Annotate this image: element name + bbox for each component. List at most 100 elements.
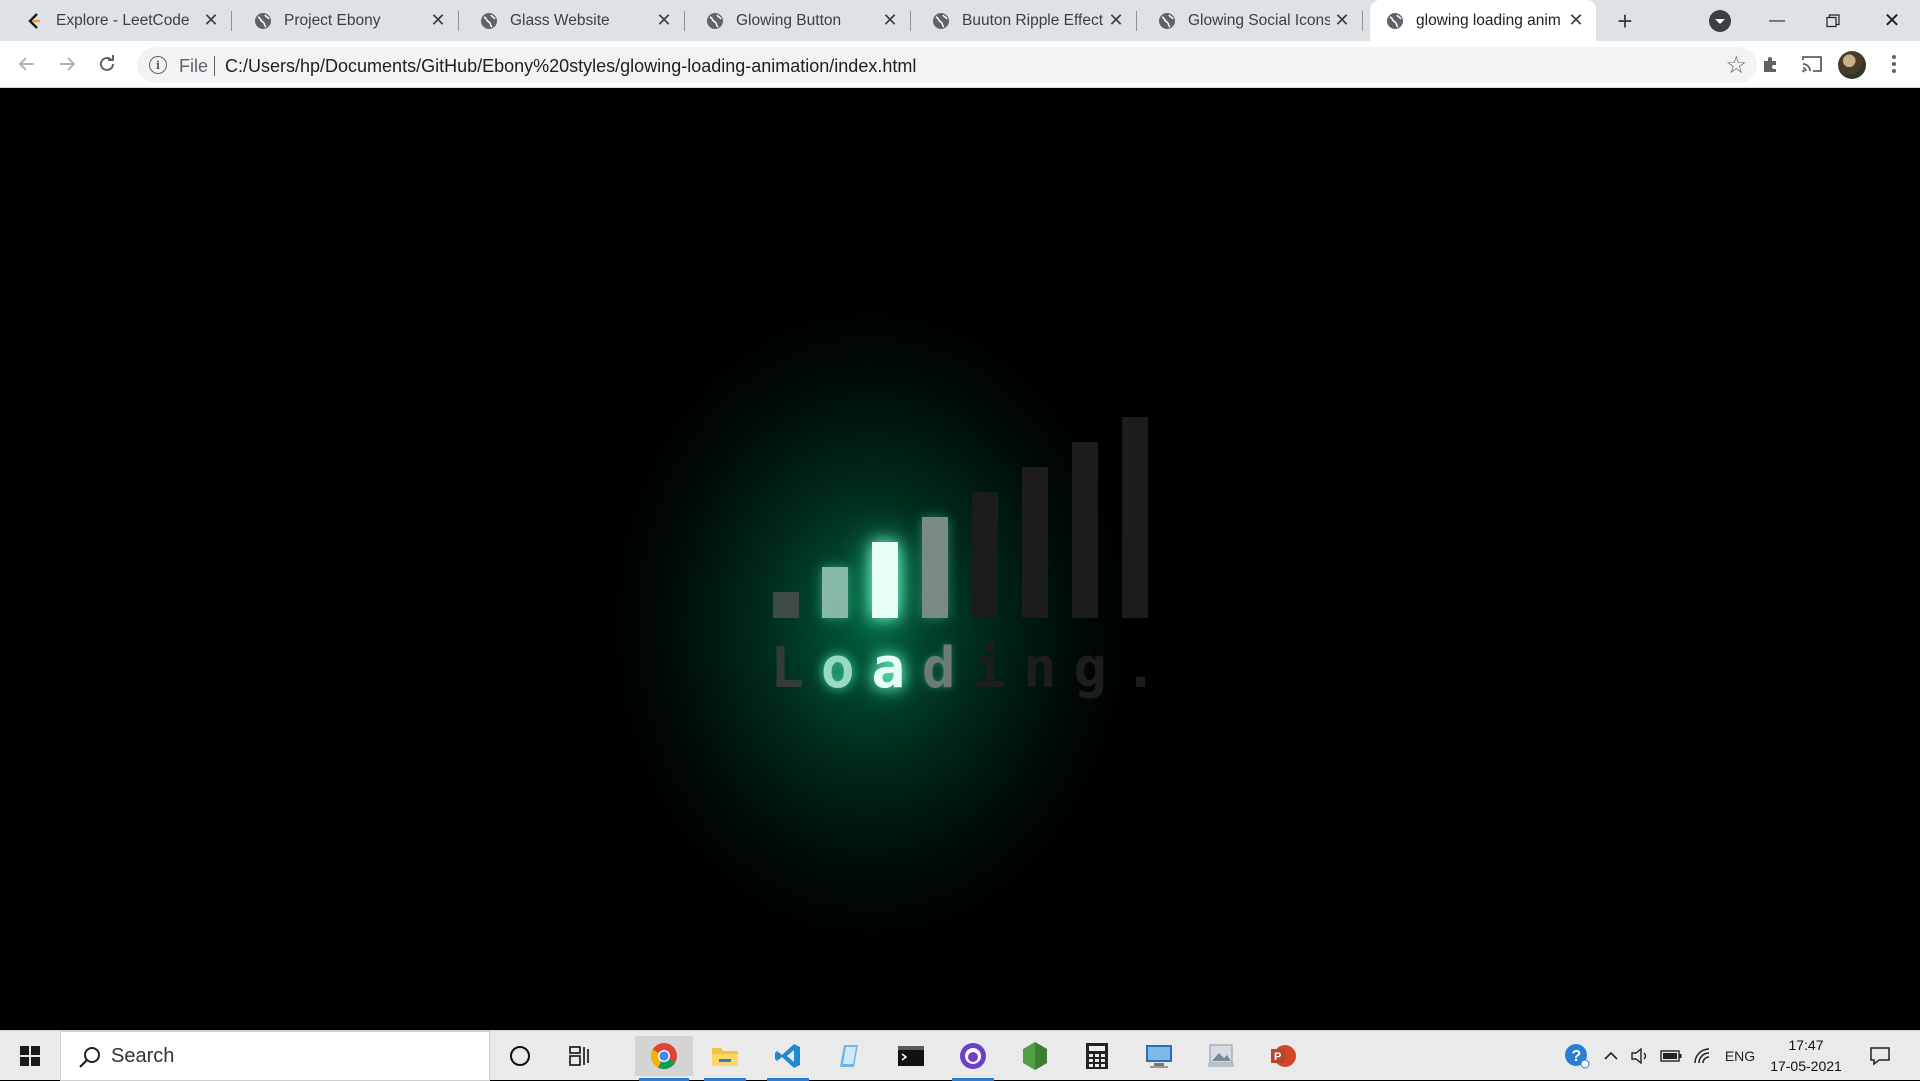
globe-icon bbox=[1158, 12, 1176, 30]
loader-glow bbox=[610, 304, 1130, 944]
loading-letter: g bbox=[1073, 636, 1108, 701]
taskbar-search[interactable]: Search bbox=[60, 1031, 490, 1081]
tab-ripple-effect[interactable]: Buuton Ripple Effect ✕ bbox=[910, 0, 1137, 41]
loading-letter: o bbox=[820, 636, 855, 701]
tab-close-icon[interactable]: ✕ bbox=[652, 9, 676, 33]
svg-text:P: P bbox=[1274, 1051, 1281, 1063]
tab-close-icon[interactable]: ✕ bbox=[426, 9, 450, 33]
windows-logo-icon bbox=[20, 1046, 40, 1066]
remote-desktop-icon bbox=[1146, 1045, 1172, 1068]
vscode-icon bbox=[775, 1044, 800, 1068]
loader-bar-3 bbox=[872, 542, 898, 618]
taskbar-nodejs[interactable] bbox=[1010, 1036, 1060, 1076]
taskbar-github-desktop[interactable] bbox=[948, 1036, 998, 1081]
tab-strip: Explore - LeetCode ✕ Project Ebony ✕ Gla… bbox=[0, 0, 1920, 41]
taskbar-image-viewer[interactable] bbox=[1196, 1036, 1246, 1076]
taskbar-file-explorer[interactable] bbox=[700, 1036, 750, 1081]
forward-button[interactable] bbox=[50, 47, 84, 81]
battery-button[interactable] bbox=[1656, 1031, 1686, 1081]
taskbar-remote-desktop[interactable] bbox=[1134, 1036, 1184, 1076]
loader-bar-8 bbox=[1122, 417, 1148, 618]
action-center-button[interactable] bbox=[1860, 1031, 1900, 1081]
tab-search-icon[interactable] bbox=[1709, 10, 1731, 32]
url-text[interactable]: C:/Users/hp/Documents/GitHub/Ebony%20sty… bbox=[225, 56, 916, 77]
loader-bar-7 bbox=[1072, 442, 1098, 618]
show-hidden-icons-button[interactable] bbox=[1598, 1031, 1624, 1081]
taskbar-calculator[interactable] bbox=[1072, 1036, 1122, 1076]
tab-glowing-button[interactable]: Glowing Button ✕ bbox=[684, 0, 911, 41]
new-tab-button[interactable]: + bbox=[1610, 6, 1640, 36]
close-window-button[interactable]: ✕ bbox=[1864, 0, 1920, 41]
tab-title: Buuton Ripple Effect bbox=[962, 11, 1104, 29]
reload-icon bbox=[100, 55, 114, 71]
network-button[interactable] bbox=[1688, 1031, 1718, 1081]
tab-glowing-loading[interactable]: glowing loading anim ✕ bbox=[1370, 0, 1596, 41]
tab-title: Explore - LeetCode bbox=[56, 11, 190, 29]
loading-letter: a bbox=[871, 636, 906, 701]
loading-letter: n bbox=[1022, 636, 1057, 701]
wifi-icon bbox=[1694, 1048, 1710, 1064]
loading-text: L o a d i n g . bbox=[762, 634, 1166, 704]
search-placeholder: Search bbox=[111, 1045, 175, 1067]
task-view-button[interactable] bbox=[555, 1036, 605, 1076]
globe-icon bbox=[480, 12, 498, 30]
reload-button[interactable] bbox=[90, 47, 124, 81]
puzzle-icon bbox=[1764, 57, 1776, 72]
loader-bar-4 bbox=[922, 517, 948, 618]
restore-icon bbox=[1826, 13, 1840, 27]
taskbar-powerpoint[interactable]: P bbox=[1258, 1036, 1308, 1076]
tab-social-icons[interactable]: Glowing Social Icons ✕ bbox=[1136, 0, 1363, 41]
taskbar-chrome[interactable] bbox=[635, 1036, 693, 1081]
calculator-icon bbox=[1086, 1043, 1108, 1069]
globe-icon bbox=[706, 12, 724, 30]
tab-leetcode[interactable]: Explore - LeetCode ✕ bbox=[0, 0, 232, 41]
tab-close-icon[interactable]: ✕ bbox=[1104, 9, 1128, 33]
bookmark-star-icon[interactable]: ☆ bbox=[1725, 51, 1747, 80]
taskbar-vscode[interactable] bbox=[763, 1036, 813, 1081]
loading-letter: i bbox=[972, 636, 1007, 701]
help-tray-icon[interactable]: ? bbox=[1560, 1031, 1594, 1081]
cast-button[interactable] bbox=[1795, 47, 1829, 81]
globe-icon bbox=[1386, 12, 1404, 30]
battery-icon bbox=[1660, 1050, 1682, 1062]
tab-close-icon[interactable]: ✕ bbox=[1564, 9, 1588, 33]
start-button[interactable] bbox=[0, 1031, 60, 1081]
address-bar[interactable]: i File C:/Users/hp/Documents/GitHub/Ebon… bbox=[137, 47, 1757, 83]
taskbar-clock[interactable]: 17:47 17-05-2021 bbox=[1760, 1035, 1852, 1077]
back-arrow-icon bbox=[18, 57, 34, 71]
tab-project-ebony[interactable]: Project Ebony ✕ bbox=[232, 0, 459, 41]
tab-title: Glowing Button bbox=[736, 11, 842, 29]
tab-title: glowing loading anim bbox=[1416, 11, 1561, 29]
search-icon bbox=[79, 1047, 100, 1068]
loader-bar-2 bbox=[822, 567, 848, 618]
tab-title: Glass Website bbox=[510, 11, 610, 29]
tab-close-icon[interactable]: ✕ bbox=[199, 9, 223, 33]
tab-glass-website[interactable]: Glass Website ✕ bbox=[458, 0, 685, 41]
nodejs-hexagon-icon bbox=[1023, 1042, 1047, 1070]
menu-button[interactable] bbox=[1877, 47, 1911, 81]
clock-time: 17:47 bbox=[1788, 1037, 1824, 1053]
profile-avatar[interactable] bbox=[1838, 51, 1866, 79]
cortana-button[interactable] bbox=[495, 1036, 545, 1076]
task-view-icon bbox=[569, 1046, 589, 1066]
restore-button[interactable] bbox=[1805, 0, 1861, 41]
minimize-button[interactable]: — bbox=[1749, 0, 1805, 41]
taskbar-terminal[interactable] bbox=[886, 1036, 936, 1076]
help-icon: ? bbox=[1565, 1044, 1590, 1069]
volume-button[interactable] bbox=[1626, 1031, 1654, 1081]
powerpoint-icon: P bbox=[1271, 1045, 1296, 1067]
language-indicator[interactable]: ENG bbox=[1720, 1031, 1760, 1081]
forward-arrow-icon bbox=[60, 57, 76, 71]
info-icon[interactable]: i bbox=[149, 56, 167, 74]
language-label: ENG bbox=[1724, 1048, 1756, 1064]
back-button[interactable] bbox=[10, 47, 44, 81]
tab-close-icon[interactable]: ✕ bbox=[1330, 9, 1354, 33]
notebook-icon bbox=[840, 1045, 858, 1067]
taskbar-app-blue[interactable] bbox=[825, 1036, 875, 1076]
extensions-button[interactable] bbox=[1754, 47, 1788, 81]
speaker-icon bbox=[1631, 1047, 1646, 1065]
tab-close-icon[interactable]: ✕ bbox=[878, 9, 902, 33]
loading-letter: . bbox=[1123, 636, 1158, 701]
browser-toolbar: i File C:/Users/hp/Documents/GitHub/Ebon… bbox=[0, 41, 1920, 88]
loader-bar-1 bbox=[773, 592, 799, 618]
